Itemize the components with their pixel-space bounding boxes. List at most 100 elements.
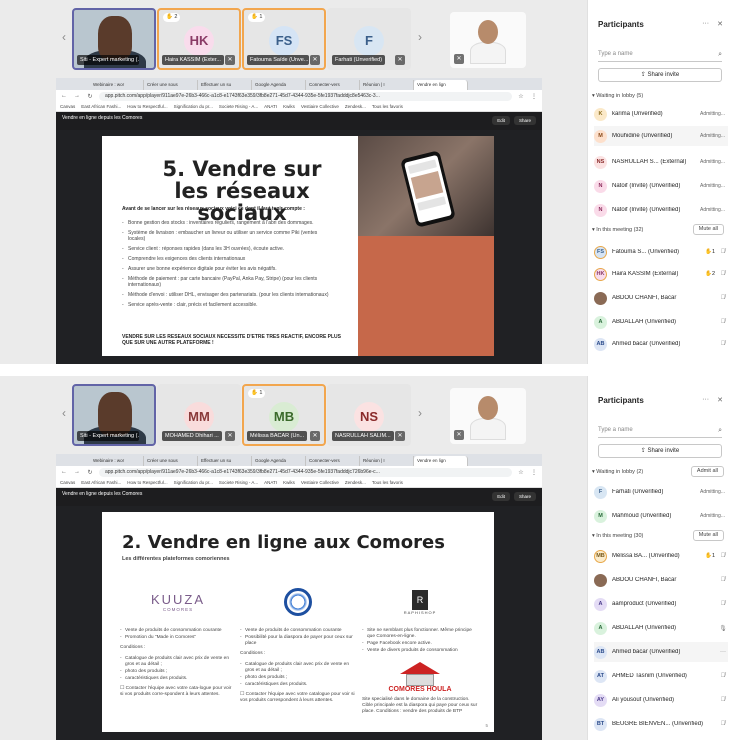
mic-off-icon[interactable]: 🎙̸ xyxy=(718,673,728,679)
address-bar[interactable]: app.pitch.com/app/player/911ae97e-26b3-4… xyxy=(99,91,512,101)
bookmark[interactable]: Vestiaire Collective xyxy=(301,104,339,109)
star-icon[interactable]: ☆ xyxy=(517,469,525,476)
bookmark[interactable]: How to Respectful... xyxy=(127,104,167,109)
menu-icon[interactable]: ⋮ xyxy=(530,93,538,100)
share-button[interactable]: Share xyxy=(513,116,536,125)
meeting-section-header[interactable]: ▾ In this meeting (32) Mute all xyxy=(592,224,726,236)
mute-all-button[interactable]: Mute all xyxy=(692,224,724,235)
mic-off-icon[interactable]: 🎙̸ xyxy=(718,249,728,255)
browser-tab[interactable]: Webinaire : wor xyxy=(90,80,144,90)
browser-tab[interactable]: Webinaire : wor xyxy=(90,456,144,466)
close-icon[interactable]: ✕ xyxy=(717,396,723,404)
mic-off-icon[interactable]: 🎙̸ xyxy=(718,271,728,277)
more-options-icon[interactable]: ··· xyxy=(702,20,709,28)
meeting-person[interactable]: ABDOU CHANFI, Bacar 🎙̸ xyxy=(594,570,728,590)
lobby-person[interactable]: N Natoif (Invité) (Unverified) Admitting… xyxy=(594,200,728,220)
back-icon[interactable]: ← xyxy=(60,93,68,99)
lobby-person[interactable]: K karima (Unverified) Admitting... xyxy=(594,104,728,124)
browser-tab[interactable]: Google Agenda xyxy=(252,456,306,466)
share-invite-button[interactable]: ⇪ Share invite xyxy=(598,68,722,82)
mic-off-icon[interactable]: 🎙̸ xyxy=(718,577,728,583)
meeting-person[interactable]: A ABDALLAH (Unverified) 🎙̸ xyxy=(594,312,728,332)
chevron-right-icon[interactable]: › xyxy=(414,30,426,44)
mic-off-icon[interactable]: 🎙̸ xyxy=(718,295,728,301)
bookmark[interactable]: East African Fashi... xyxy=(81,104,121,109)
admit-all-button[interactable]: Admit all xyxy=(690,466,724,477)
participant-tile[interactable]: F Farhati (Unverified) ✕ xyxy=(327,8,411,70)
back-icon[interactable]: ← xyxy=(60,469,68,475)
browser-tab[interactable]: Réunion | I xyxy=(360,456,414,466)
meeting-person[interactable]: AY Ali yousouf (Unverified) 🎙̸ xyxy=(594,690,728,710)
mic-off-icon[interactable]: 🎙̸ xyxy=(718,697,728,703)
reload-icon[interactable]: ↻ xyxy=(86,93,94,100)
participant-tile[interactable]: NS NASRULLAH SALIM... ✕ xyxy=(327,384,411,446)
lobby-person[interactable]: M Mahmoud (Unverified) Admitting... xyxy=(594,506,728,526)
meeting-person[interactable]: AB Ahmed bacar (Unverified) 🎙̸ xyxy=(594,334,728,354)
meeting-person[interactable]: MB Mélissa BA... (Unverified) ✋1 🎙̸ xyxy=(594,546,728,566)
bookmark[interactable]: Vestiaire Collective xyxy=(301,480,339,485)
more-icon[interactable]: ··· xyxy=(718,649,728,655)
participant-tile[interactable]: Siti - Expert marketing (... xyxy=(72,384,156,446)
share-invite-button[interactable]: ⇪ Share invite xyxy=(598,444,722,458)
bookmark[interactable]: Zendesk... xyxy=(345,104,366,109)
meeting-person[interactable]: ABDOU CHANFI, Bacar 🎙̸ xyxy=(594,288,728,308)
browser-tab[interactable]: Effectuer un su xyxy=(198,80,252,90)
forward-icon[interactable]: → xyxy=(73,469,81,475)
edit-button[interactable]: Edit xyxy=(492,492,510,501)
browser-tab[interactable]: Créer une sous xyxy=(144,456,198,466)
browser-tab[interactable]: Effectuer un su xyxy=(198,456,252,466)
mic-off-icon[interactable]: 🎙̸ xyxy=(718,601,728,607)
lobby-person[interactable]: M Mouhidine (Unverified) Admitting... xyxy=(594,126,728,146)
bookmark[interactable]: Societe Rising - A... xyxy=(219,104,258,109)
participant-tile[interactable]: Siti - Expert marketing (... xyxy=(72,8,156,70)
meeting-person[interactable]: FS Fatouma S... (Unverified) ✋1 🎙̸ xyxy=(594,242,728,262)
search-input[interactable]: Type a name ⌕ xyxy=(598,48,722,62)
menu-icon[interactable]: ⋮ xyxy=(530,469,538,476)
star-icon[interactable]: ☆ xyxy=(517,93,525,100)
lobby-section-header[interactable]: ▾ Waiting in lobby (2) Admit all xyxy=(592,466,726,478)
bookmark[interactable]: East African Fashi... xyxy=(81,480,121,485)
chevron-right-icon[interactable]: › xyxy=(414,406,426,420)
bookmark[interactable]: Societe Rising - A... xyxy=(219,480,258,485)
bookmark[interactable]: Zendesk... xyxy=(345,480,366,485)
mic-on-icon[interactable]: 🎙 xyxy=(718,625,728,632)
mute-all-button[interactable]: Mute all xyxy=(692,530,724,541)
bookmark[interactable]: Kwiks xyxy=(283,104,295,109)
meeting-person[interactable]: A aamproduct (Unverified) 🎙̸ xyxy=(594,594,728,614)
browser-tab[interactable]: Google Agenda xyxy=(252,80,306,90)
bookmark[interactable]: Signification du pr... xyxy=(174,104,213,109)
bookmark[interactable]: ANATI xyxy=(264,104,277,109)
bookmark[interactable]: Tous les favoris xyxy=(372,480,403,485)
meeting-section-header[interactable]: ▾ In this meeting (30) Mute all xyxy=(592,530,726,542)
lobby-person[interactable]: NS NASRULLAH S... (External) Admitting..… xyxy=(594,152,728,172)
address-bar[interactable]: app.pitch.com/app/player/911ae97e-26b3-4… xyxy=(99,467,512,477)
bookmark[interactable]: Canvas xyxy=(60,104,75,109)
mic-off-icon[interactable]: 🎙̸ xyxy=(718,553,728,559)
meeting-person[interactable]: BT BEUGRE BIENVEN... (Unverified) 🎙̸ xyxy=(594,714,728,734)
lobby-person[interactable]: F Farhati (Unverified) Admitting... xyxy=(594,482,728,502)
search-input[interactable]: Type a name ⌕ xyxy=(598,424,722,438)
meeting-person[interactable]: HK Haira KASSIM (External) ✋2 🎙̸ xyxy=(594,264,728,284)
mic-off-icon[interactable]: 🎙̸ xyxy=(718,721,728,727)
browser-tab-active[interactable]: Vendre en lign xyxy=(414,80,468,90)
mic-off-icon[interactable]: 🎙̸ xyxy=(718,319,728,325)
browser-tab-active[interactable]: Vendre en lign xyxy=(414,456,468,466)
bookmark[interactable]: ANATI xyxy=(264,480,277,485)
meeting-person[interactable]: A ABDALLAH (Unverified) 🎙 xyxy=(594,618,728,638)
browser-tab[interactable]: Connecter-vers xyxy=(306,456,360,466)
chevron-left-icon[interactable]: ‹ xyxy=(58,30,70,44)
bookmark[interactable]: Signification du pr... xyxy=(174,480,213,485)
edit-button[interactable]: Edit xyxy=(492,116,510,125)
participant-tile[interactable]: ✋ 2 HK Haira KASSIM (Exter... ✕ xyxy=(157,8,241,70)
chevron-left-icon[interactable]: ‹ xyxy=(58,406,70,420)
bookmark[interactable]: Kwiks xyxy=(283,480,295,485)
meeting-person[interactable]: AT AHMED Tasnim (Unverified) 🎙̸ xyxy=(594,666,728,686)
lobby-section-header[interactable]: ▾ Waiting in lobby (5) xyxy=(592,90,726,102)
browser-tab[interactable]: Connecter-vers xyxy=(306,80,360,90)
forward-icon[interactable]: → xyxy=(73,93,81,99)
mic-off-icon[interactable]: 🎙̸ xyxy=(718,341,728,347)
bookmark[interactable]: Canvas xyxy=(60,480,75,485)
lobby-person[interactable]: N Natoif (Invité) (Unverified) Admitting… xyxy=(594,176,728,196)
browser-tab[interactable]: Créer une sous xyxy=(144,80,198,90)
bookmark[interactable]: Tous les favoris xyxy=(372,104,403,109)
